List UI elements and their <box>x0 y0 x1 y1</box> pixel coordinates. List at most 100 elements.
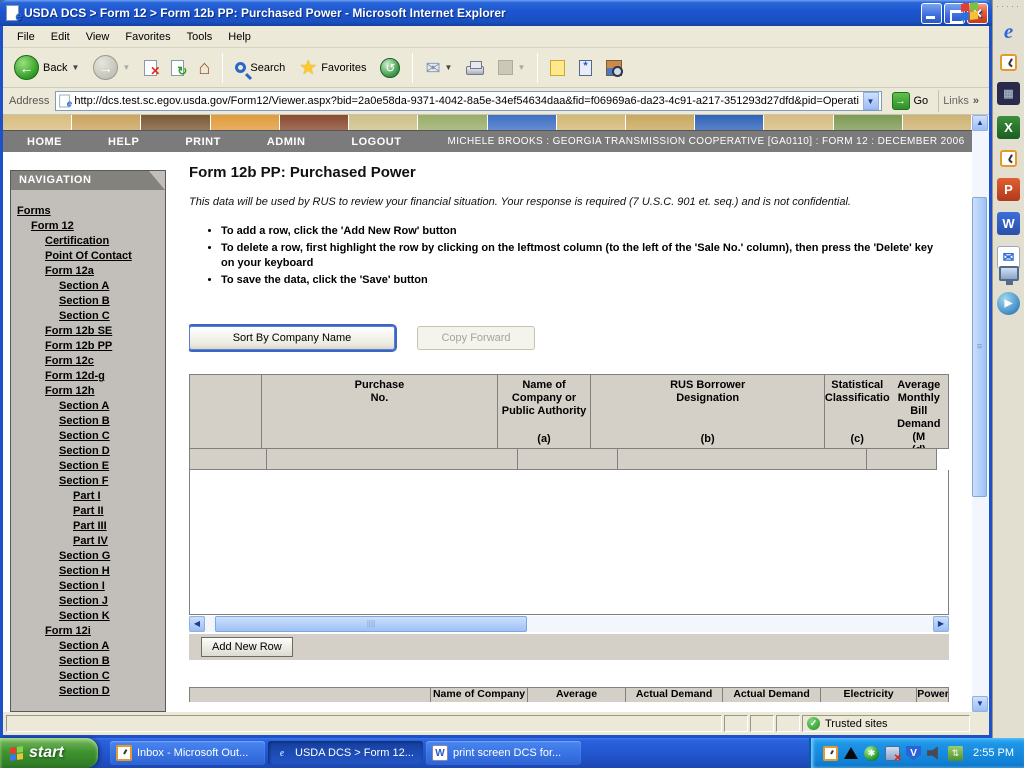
nav-link[interactable]: Section C <box>11 309 165 324</box>
menu-item[interactable]: Tools <box>179 28 221 46</box>
nav-link[interactable]: Form 12b PP <box>11 339 165 354</box>
scroll-left-icon[interactable]: ◀ <box>189 616 205 632</box>
nav-link[interactable]: Section D <box>11 684 165 699</box>
refresh-button[interactable]: ↻ <box>166 57 189 79</box>
menu-item[interactable]: Favorites <box>117 28 178 46</box>
back-button[interactable]: ← Back ▼ <box>9 52 84 83</box>
vertical-scrollbar[interactable]: ▲ ▼ <box>972 115 989 712</box>
back-dropdown-icon[interactable]: ▼ <box>71 63 79 72</box>
go-button[interactable]: → Go <box>888 91 933 111</box>
table-cell[interactable] <box>518 449 618 470</box>
nav-link[interactable]: Section B <box>11 294 165 309</box>
minimize-button[interactable] <box>921 3 942 24</box>
tray-network-icon[interactable] <box>885 746 900 761</box>
table-cell[interactable] <box>190 449 267 470</box>
resize-grip[interactable] <box>972 715 986 732</box>
nav-link[interactable]: Form 12c <box>11 354 165 369</box>
menu-item[interactable]: File <box>9 28 43 46</box>
tray-clock-icon[interactable] <box>823 746 838 761</box>
horizontal-scroll-track[interactable] <box>205 616 933 632</box>
nav-link[interactable]: Section F <box>11 474 165 489</box>
sort-by-company-name-button[interactable]: Sort By Company Name <box>189 326 395 350</box>
stop-button[interactable]: ✕ <box>139 57 162 79</box>
discuss-button[interactable] <box>545 57 570 79</box>
nav-link[interactable]: Form 12i <box>11 624 165 639</box>
site-nav-link[interactable]: HOME <box>27 136 62 148</box>
taskbar-task-button[interactable]: Inbox - Microsoft Out... <box>110 741 265 765</box>
mail-button[interactable]: ✉ ▼ <box>420 58 457 78</box>
nav-link[interactable]: Section B <box>11 414 165 429</box>
table-cell[interactable] <box>867 449 936 470</box>
vertical-scroll-track[interactable] <box>972 131 989 696</box>
title-bar[interactable]: e USDA DCS > Form 12 > Form 12b PP: Purc… <box>0 0 992 26</box>
outlook-clock-icon[interactable] <box>1000 54 1017 71</box>
nav-link[interactable]: Form 12h <box>11 384 165 399</box>
nav-link[interactable]: Section G <box>11 549 165 564</box>
outlook-clock2-icon[interactable] <box>1000 150 1017 167</box>
horizontal-scroll-thumb[interactable] <box>215 616 527 632</box>
table-cell[interactable] <box>267 449 518 470</box>
mail-dropdown-icon[interactable]: ▼ <box>445 63 453 72</box>
table-cell[interactable] <box>936 449 937 470</box>
tray-device-icon[interactable]: ⇅ <box>948 746 963 761</box>
tray-triangle-icon[interactable] <box>844 747 858 759</box>
nav-link[interactable]: Part III <box>11 519 165 534</box>
nav-link[interactable]: Section A <box>11 279 165 294</box>
add-new-row-button[interactable]: Add New Row <box>201 637 293 657</box>
chevron-icon[interactable]: » <box>973 95 979 107</box>
nav-link[interactable]: Section C <box>11 669 165 684</box>
nav-link[interactable]: Section J <box>11 594 165 609</box>
scroll-up-icon[interactable]: ▲ <box>972 115 988 131</box>
site-nav-link[interactable]: HELP <box>108 136 139 148</box>
home-button[interactable]: ⌂ <box>193 58 215 78</box>
nav-link[interactable]: Form 12 <box>11 219 165 234</box>
menu-item[interactable]: Help <box>220 28 259 46</box>
site-nav-link[interactable]: PRINT <box>185 136 221 148</box>
site-nav-link[interactable]: ADMIN <box>267 136 306 148</box>
word-icon[interactable]: W <box>997 212 1020 235</box>
taskbar-task-button[interactable]: W print screen DCS for... <box>426 741 581 765</box>
research-button[interactable] <box>601 57 627 79</box>
horizontal-scrollbar[interactable]: ◀ ▶ <box>189 616 949 632</box>
powerpoint-icon[interactable]: P <box>997 178 1020 201</box>
nav-link[interactable]: Part II <box>11 504 165 519</box>
nav-link[interactable]: Form 12d-g <box>11 369 165 384</box>
address-dropdown-icon[interactable]: ▼ <box>863 92 879 110</box>
search-button[interactable]: Search <box>230 59 290 77</box>
dock-gripper[interactable]: ····· <box>996 3 1021 9</box>
nav-link[interactable]: Section I <box>11 579 165 594</box>
nav-link[interactable]: Section A <box>11 639 165 654</box>
nav-link[interactable]: Section A <box>11 399 165 414</box>
media-player-icon[interactable]: ▶ <box>997 292 1020 315</box>
menu-item[interactable]: Edit <box>43 28 78 46</box>
table-cell[interactable] <box>618 449 867 470</box>
nav-link[interactable]: Part IV <box>11 534 165 549</box>
menu-item[interactable]: View <box>78 28 118 46</box>
forward-button[interactable]: → ▼ <box>88 52 135 83</box>
nav-link[interactable]: Forms <box>11 204 165 219</box>
nav-link[interactable]: Section C <box>11 429 165 444</box>
binder-icon[interactable]: ▦ <box>997 82 1020 105</box>
tray-green-ball-icon[interactable]: ✱ <box>864 746 879 761</box>
nav-link[interactable]: Certification <box>11 234 165 249</box>
edit-button[interactable]: ▼ <box>493 57 530 78</box>
favorites-button[interactable]: ★ Favorites <box>294 57 371 79</box>
nav-link[interactable]: Point Of Contact <box>11 249 165 264</box>
taskbar-task-button[interactable]: e USDA DCS > Form 12... <box>268 741 423 765</box>
site-nav-link[interactable]: LOGOUT <box>351 136 401 148</box>
start-button[interactable]: start <box>0 738 98 768</box>
tray-shield-icon[interactable]: V <box>906 746 921 761</box>
tray-volume-icon[interactable] <box>927 746 942 761</box>
scroll-down-icon[interactable]: ▼ <box>972 696 988 712</box>
history-button[interactable]: ↺ <box>375 55 405 81</box>
internet-explorer-icon[interactable]: e <box>997 20 1020 43</box>
table-empty-row[interactable] <box>190 449 949 470</box>
my-computer-icon[interactable] <box>999 266 1019 281</box>
vertical-scroll-thumb[interactable] <box>972 197 987 497</box>
print-button[interactable] <box>461 57 489 78</box>
nav-link[interactable]: Section B <box>11 654 165 669</box>
nav-link[interactable]: Section D <box>11 444 165 459</box>
nav-link[interactable]: Section K <box>11 609 165 624</box>
nav-link[interactable]: Form 12b SE <box>11 324 165 339</box>
copy-forward-button[interactable]: Copy Forward <box>417 326 535 350</box>
